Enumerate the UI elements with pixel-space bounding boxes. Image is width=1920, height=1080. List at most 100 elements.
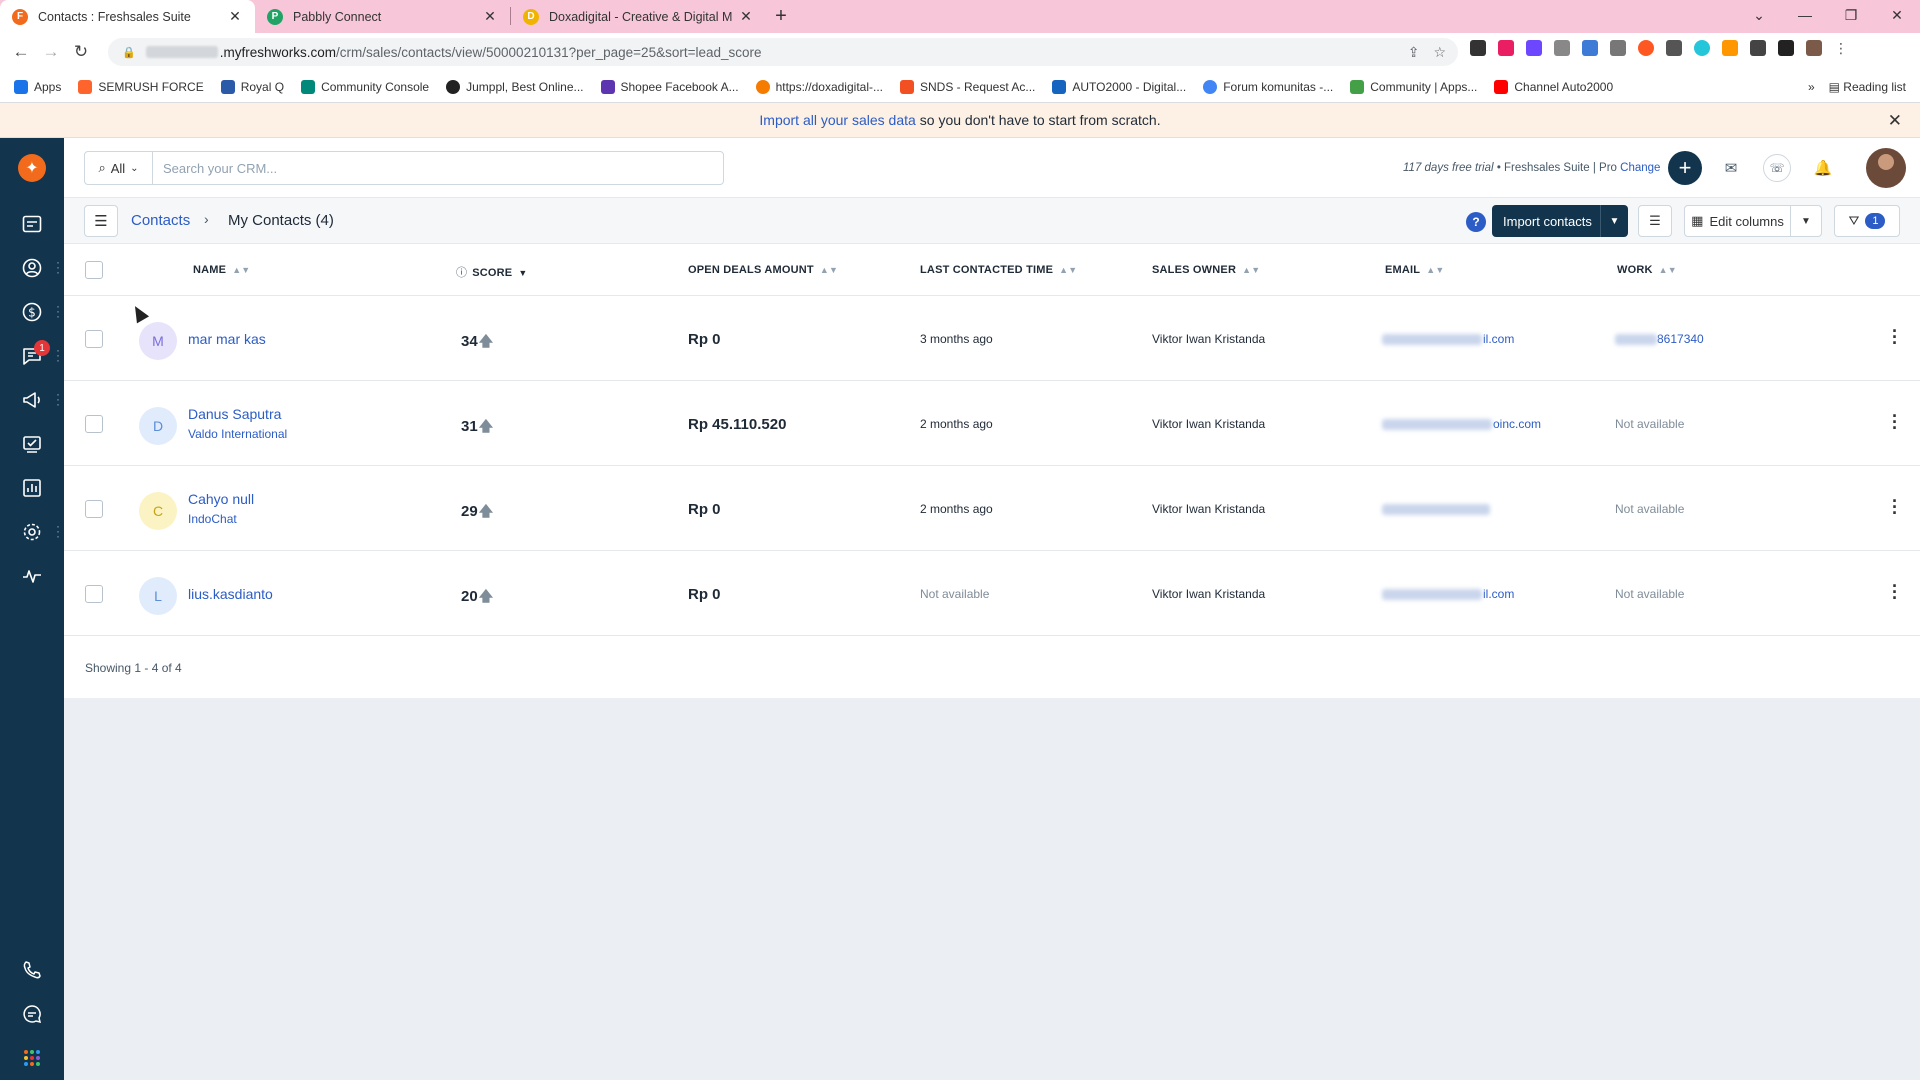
bookmark-item[interactable]: https://doxadigital-... bbox=[755, 79, 883, 94]
bookmark-item[interactable]: AUTO2000 - Digital... bbox=[1052, 79, 1186, 94]
extension-icon[interactable] bbox=[1526, 40, 1542, 56]
more-bookmarks-chevron-icon[interactable]: » bbox=[1808, 80, 1815, 94]
tab-search-chevron-icon[interactable]: ⌄ bbox=[1736, 0, 1782, 30]
email-link[interactable]: il.com bbox=[1382, 332, 1514, 346]
close-icon[interactable]: ✕ bbox=[482, 8, 498, 25]
nav-deals[interactable]: $ · · · bbox=[0, 290, 64, 334]
email-link[interactable]: oinc.com bbox=[1382, 417, 1541, 431]
profile-avatar[interactable] bbox=[1806, 40, 1822, 56]
extension-icon[interactable] bbox=[1610, 40, 1626, 56]
row-menu-kebab-icon[interactable]: · · · bbox=[1890, 492, 1900, 522]
extension-icon[interactable] bbox=[1638, 40, 1654, 56]
sort-settings-button[interactable]: ☰ bbox=[1638, 205, 1672, 237]
change-plan-link[interactable]: Change bbox=[1620, 162, 1660, 174]
row-menu-kebab-icon[interactable]: · · · bbox=[1890, 322, 1900, 352]
window-close-icon[interactable]: ✕ bbox=[1874, 0, 1920, 30]
row-checkbox[interactable] bbox=[85, 500, 103, 518]
nav-marketing[interactable]: · · · bbox=[0, 378, 64, 422]
breadcrumb-current-view[interactable]: My Contacts (4) bbox=[228, 212, 334, 229]
phone-dialer-icon[interactable]: ☏ bbox=[1763, 154, 1791, 182]
table-row[interactable]: D Danus Saputra Valdo International 31🡅 … bbox=[64, 381, 1920, 466]
extension-icon[interactable] bbox=[1498, 40, 1514, 56]
back-arrow-icon[interactable]: ← bbox=[6, 37, 36, 67]
nav-activity[interactable] bbox=[0, 554, 64, 598]
contact-name-link[interactable]: mar mar kas bbox=[188, 331, 266, 347]
more-dots-icon[interactable]: · · · bbox=[56, 300, 60, 322]
column-header-last-contacted[interactable]: LAST CONTACTED TIME ▲▼ bbox=[920, 264, 1077, 276]
new-tab-plus-icon[interactable]: + bbox=[766, 0, 796, 33]
row-checkbox[interactable] bbox=[85, 585, 103, 603]
extension-icon[interactable] bbox=[1666, 40, 1682, 56]
browser-tab-freshsales[interactable]: F Contacts : Freshsales Suite ✕ bbox=[0, 0, 255, 33]
work-phone-link[interactable]: 8617340 bbox=[1615, 332, 1704, 346]
more-dots-icon[interactable]: · · · bbox=[56, 388, 60, 410]
more-dots-icon[interactable]: · · · bbox=[56, 344, 60, 366]
email-link[interactable] bbox=[1382, 502, 1491, 516]
row-menu-kebab-icon[interactable]: · · · bbox=[1890, 407, 1900, 437]
column-header-open-deals[interactable]: OPEN DEALS AMOUNT ▲▼ bbox=[688, 264, 838, 276]
bookmark-item[interactable]: Royal Q bbox=[220, 79, 284, 94]
import-data-link[interactable]: Import all your sales data bbox=[759, 112, 915, 128]
quick-add-button[interactable]: + bbox=[1668, 151, 1702, 185]
edit-columns-dropdown[interactable]: ▼ bbox=[1790, 205, 1822, 237]
row-menu-kebab-icon[interactable]: · · · bbox=[1890, 577, 1900, 607]
browser-tab-doxadigital[interactable]: D Doxadigital - Creative & Digital M ✕ bbox=[511, 0, 766, 33]
nav-phone[interactable] bbox=[0, 948, 64, 992]
row-checkbox[interactable] bbox=[85, 330, 103, 348]
select-all-checkbox[interactable] bbox=[85, 261, 103, 279]
extension-icon[interactable] bbox=[1470, 40, 1486, 56]
column-header-sales-owner[interactable]: SALES OWNER ▲▼ bbox=[1152, 264, 1260, 276]
reading-list-button[interactable]: ▤ Reading list bbox=[1829, 80, 1906, 94]
user-avatar[interactable] bbox=[1866, 148, 1906, 188]
chevron-down-icon[interactable]: ▼ bbox=[1600, 205, 1628, 237]
extension-icon[interactable] bbox=[1554, 40, 1570, 56]
nav-chat[interactable] bbox=[0, 992, 64, 1036]
bookmark-item[interactable]: Jumppl, Best Online... bbox=[446, 79, 584, 94]
column-header-score[interactable]: ⓘ SCORE ▼ bbox=[456, 264, 527, 280]
filter-button[interactable]: ⛛ 1 bbox=[1834, 205, 1900, 237]
close-icon[interactable]: ✕ bbox=[738, 8, 754, 25]
bookmark-item[interactable]: Community | Apps... bbox=[1350, 79, 1477, 94]
browser-menu-icon[interactable]: ⋮ bbox=[1834, 40, 1848, 56]
column-header-email[interactable]: EMAIL ▲▼ bbox=[1385, 264, 1444, 276]
minimize-icon[interactable]: — bbox=[1782, 0, 1828, 30]
import-contacts-button[interactable]: Import contacts ▼ bbox=[1492, 205, 1628, 237]
bookmark-star-icon[interactable]: ☆ bbox=[1433, 44, 1446, 61]
nav-settings[interactable]: · · · bbox=[0, 510, 64, 554]
bookmark-item[interactable]: Channel Auto2000 bbox=[1494, 79, 1613, 94]
column-header-work[interactable]: WORK ▲▼ bbox=[1617, 264, 1677, 276]
extension-icon[interactable] bbox=[1722, 40, 1738, 56]
bookmark-item[interactable]: SEMRUSH FORCE bbox=[78, 79, 204, 94]
contact-name-link[interactable]: lius.kasdianto bbox=[188, 586, 273, 602]
restore-icon[interactable]: ❐ bbox=[1828, 0, 1874, 30]
banner-close-icon[interactable]: ✕ bbox=[1888, 111, 1902, 131]
bookmark-item[interactable]: Forum komunitas -... bbox=[1203, 79, 1333, 94]
extension-icon[interactable] bbox=[1750, 40, 1766, 56]
column-header-name[interactable]: NAME ▲▼ bbox=[193, 264, 250, 276]
reload-icon[interactable]: ↻ bbox=[66, 37, 96, 67]
freshsales-logo[interactable]: ✦ bbox=[0, 146, 64, 190]
table-row[interactable]: M mar mar kas 34🡅 Rp 0 3 months ago Vikt… bbox=[64, 296, 1920, 381]
row-checkbox[interactable] bbox=[85, 415, 103, 433]
view-toggle-button[interactable]: ☰ bbox=[84, 205, 118, 237]
contact-name-link[interactable]: Danus Saputra bbox=[188, 406, 281, 422]
bell-icon[interactable]: 🔔 bbox=[1809, 154, 1837, 182]
edit-columns-button[interactable]: ▦ Edit columns bbox=[1684, 205, 1791, 237]
bookmark-item[interactable]: Community Console bbox=[301, 79, 429, 94]
info-icon[interactable]: ⓘ bbox=[456, 267, 467, 279]
search-scope-dropdown[interactable]: ⌕ All ⌄ bbox=[85, 152, 153, 184]
company-link[interactable]: IndoChat bbox=[188, 512, 237, 526]
forward-arrow-icon[interactable]: → bbox=[36, 37, 66, 67]
contact-name-link[interactable]: Cahyo null bbox=[188, 491, 254, 507]
email-envelope-icon[interactable]: ✉ bbox=[1717, 154, 1745, 182]
bookmark-item[interactable]: Shopee Facebook A... bbox=[600, 79, 739, 94]
breadcrumb-contacts-link[interactable]: Contacts bbox=[131, 212, 190, 229]
share-icon[interactable]: ⇪ bbox=[1408, 44, 1420, 61]
puzzle-extensions-icon[interactable] bbox=[1778, 40, 1794, 56]
more-dots-icon[interactable]: · · · bbox=[56, 256, 60, 278]
nav-app-switcher[interactable] bbox=[0, 1036, 64, 1080]
extension-icon[interactable] bbox=[1582, 40, 1598, 56]
email-link[interactable]: il.com bbox=[1382, 587, 1514, 601]
bookmark-item[interactable]: Apps bbox=[14, 79, 61, 94]
search-input[interactable] bbox=[153, 160, 723, 176]
